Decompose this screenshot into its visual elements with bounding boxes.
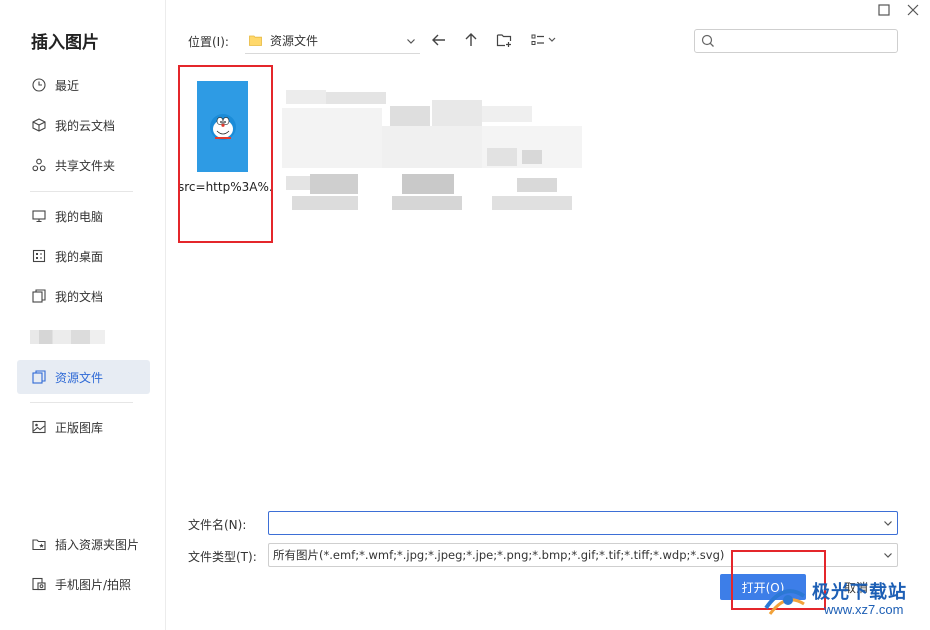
close-icon	[907, 4, 919, 16]
image-library-icon	[31, 420, 46, 435]
sidebar-item-recent[interactable]: 最近	[17, 68, 150, 102]
arrow-left-icon	[432, 34, 445, 46]
chevron-down-icon	[884, 521, 892, 526]
location-dropdown[interactable]: 资源文件	[245, 28, 420, 54]
insert-resource-folder-image-button[interactable]: 插入资源夹图片	[17, 527, 150, 561]
folder-star-icon	[31, 537, 46, 552]
open-button[interactable]: 打开(O)	[720, 574, 806, 600]
sidebar-item-label: 我的桌面	[55, 249, 104, 264]
chevron-down-icon	[884, 553, 892, 558]
documents-icon	[31, 289, 46, 304]
filetype-value: 所有图片(*.emf;*.wmf;*.jpg;*.jpeg;*.jpe;*.pn…	[273, 548, 725, 562]
image-thumbnail	[197, 81, 248, 172]
phone-image-button[interactable]: 手机图片/拍照	[17, 567, 150, 601]
filename-label: 文件名(N):	[188, 518, 247, 532]
phone-image-icon	[31, 577, 46, 592]
desktop-icon	[31, 249, 46, 264]
blurred-file-items	[282, 90, 582, 210]
sidebar-item-label: 最近	[55, 78, 80, 93]
maximize-button[interactable]	[877, 3, 891, 17]
file-item[interactable]: src=http%3A%...	[178, 66, 272, 242]
doraemon-image-icon	[209, 113, 236, 140]
up-button[interactable]	[462, 31, 480, 49]
sidebar-item-resource-files[interactable]: 资源文件	[17, 360, 150, 394]
search-icon	[701, 34, 714, 47]
sidebar-item-label: 资源文件	[55, 370, 104, 385]
view-mode-button[interactable]	[529, 31, 559, 49]
sidebar-item-my-desktop[interactable]: 我的桌面	[17, 239, 150, 273]
blurred-sidebar-item	[30, 330, 105, 344]
sidebar: 插入图片 最近 我的云文档 共享文件夹 我的电脑 我的桌面 我的文档 资源文件 …	[0, 0, 166, 630]
folder-copy-icon	[31, 370, 46, 385]
filetype-label: 文件类型(T):	[188, 550, 257, 564]
chevron-down-icon	[407, 38, 415, 44]
insert-picture-dialog: 插入图片 最近 我的云文档 共享文件夹 我的电脑 我的桌面 我的文档 资源文件 …	[0, 0, 930, 630]
sidebar-item-label: 我的云文档	[55, 118, 116, 133]
filetype-select[interactable]: 所有图片(*.emf;*.wmf;*.jpg;*.jpeg;*.jpe;*.pn…	[268, 543, 898, 567]
list-view-icon	[531, 34, 556, 45]
maximize-icon	[878, 4, 890, 16]
dialog-title: 插入图片	[31, 33, 99, 53]
monitor-icon	[31, 209, 46, 224]
share-icon	[31, 158, 46, 173]
filename-input[interactable]	[268, 511, 898, 535]
new-folder-icon	[496, 34, 512, 47]
sidebar-item-image-library[interactable]: 正版图库	[17, 410, 150, 444]
clock-icon	[31, 78, 46, 93]
file-name: src=http%3A%...	[178, 180, 272, 194]
sidebar-divider	[30, 402, 133, 403]
sidebar-item-my-computer[interactable]: 我的电脑	[17, 199, 150, 233]
sidebar-item-label: 正版图库	[55, 420, 104, 435]
sidebar-item-label: 手机图片/拍照	[55, 577, 132, 592]
arrow-up-icon	[465, 33, 477, 46]
back-button[interactable]	[430, 31, 448, 49]
close-button[interactable]	[906, 3, 920, 17]
sidebar-item-label: 我的文档	[55, 289, 104, 304]
sidebar-item-label: 插入资源夹图片	[55, 537, 140, 552]
new-folder-button[interactable]	[495, 31, 513, 49]
cube-icon	[31, 118, 46, 133]
sidebar-item-my-documents[interactable]: 我的文档	[17, 279, 150, 313]
search-input[interactable]	[694, 29, 898, 53]
sidebar-item-label: 共享文件夹	[55, 158, 116, 173]
folder-icon	[249, 35, 262, 46]
cancel-button[interactable]: 取消	[815, 574, 897, 600]
sidebar-divider	[30, 191, 133, 192]
watermark-url: www.xz7.com	[824, 602, 904, 617]
location-value: 资源文件	[270, 34, 319, 48]
sidebar-item-my-cloud-docs[interactable]: 我的云文档	[17, 108, 150, 142]
location-label: 位置(I):	[188, 35, 229, 49]
sidebar-item-label: 我的电脑	[55, 209, 104, 224]
sidebar-item-shared-folder[interactable]: 共享文件夹	[17, 148, 150, 182]
